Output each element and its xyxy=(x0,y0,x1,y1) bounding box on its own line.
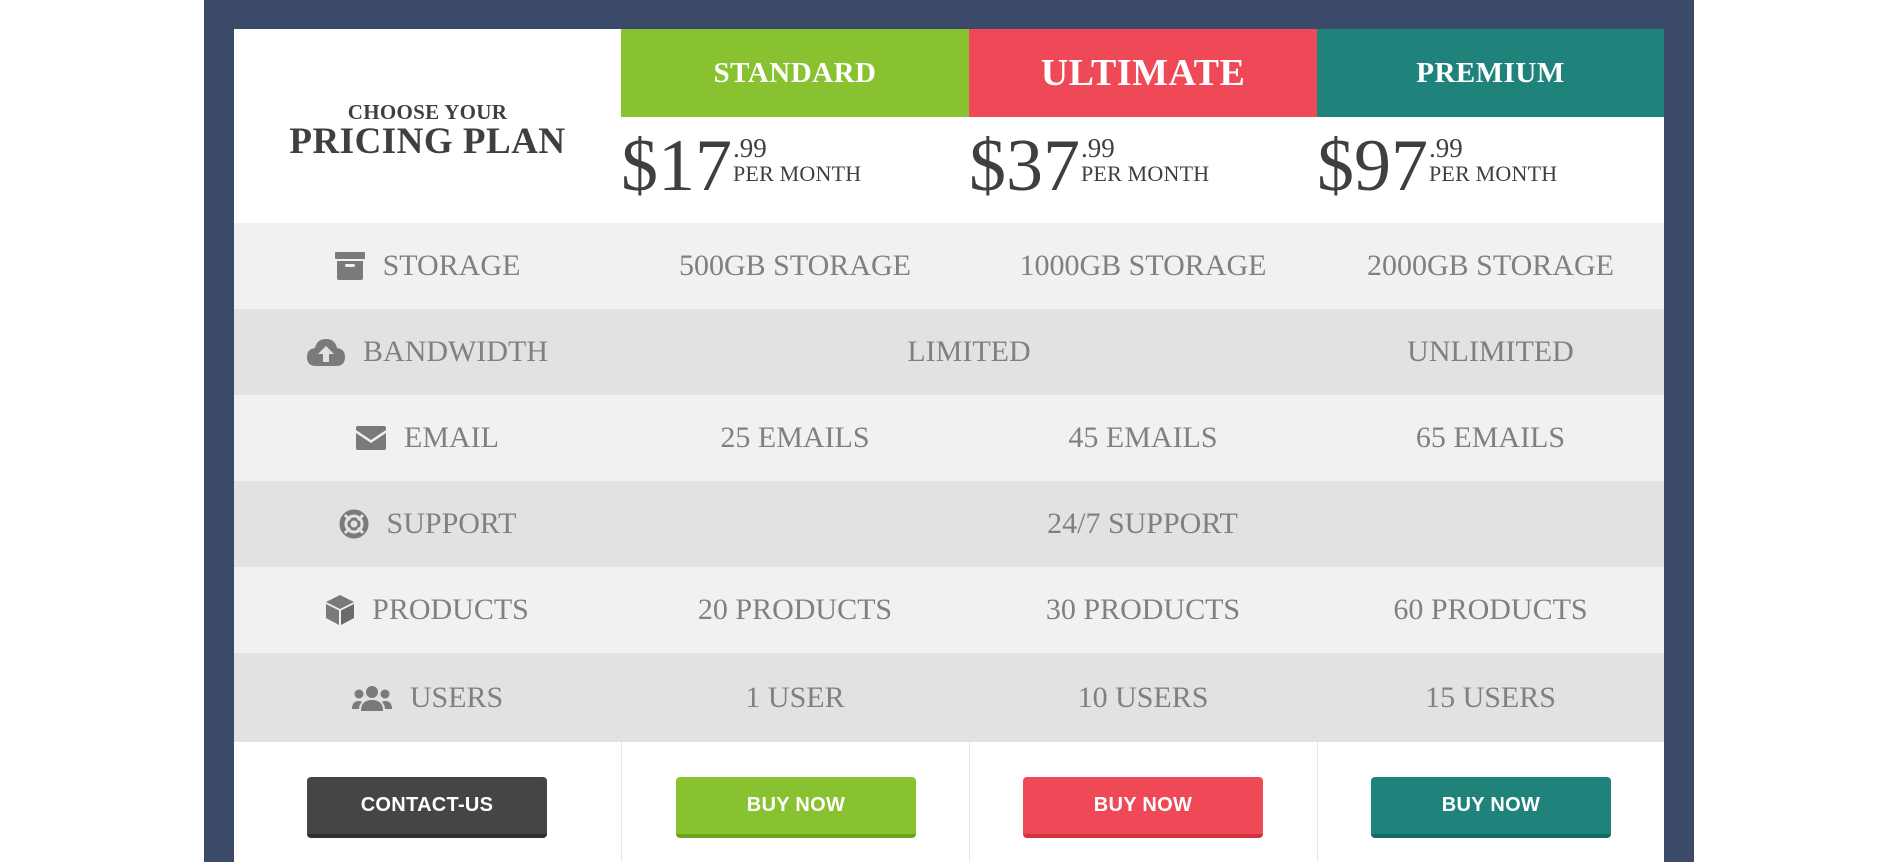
plan-premium: PREMIUM $97 .99 PER MONTH xyxy=(1317,29,1664,223)
bandwidth-standard-ultimate: LIMITED xyxy=(907,335,1031,368)
products-premium: 60 PRODUCTS xyxy=(1393,593,1588,626)
users-ultimate: 10 USERS xyxy=(1077,680,1209,714)
feature-row-bandwidth: BANDWIDTH LIMITED UNLIMITED xyxy=(234,309,1664,395)
support-all-plans: 24/7 SUPPORT xyxy=(1047,507,1238,540)
feature-row-email: EMAIL 25 EMAILS 45 EMAILS 65 EMAILS xyxy=(234,395,1664,481)
feature-label-text: STORAGE xyxy=(382,249,521,282)
feature-row-storage: STORAGE 500GB STORAGE 1000GB STORAGE 200… xyxy=(234,223,1664,309)
cube-icon xyxy=(326,595,355,625)
ultimate-button-cell: BUY NOW xyxy=(969,742,1317,862)
feature-label-email: EMAIL xyxy=(234,395,621,481)
plan-ultimate-name: ULTIMATE xyxy=(969,29,1317,117)
price-period: PER MONTH xyxy=(1081,161,1210,186)
life-ring-icon xyxy=(339,509,369,539)
price-amount: $97 xyxy=(1317,125,1428,207)
buy-ultimate-button[interactable]: BUY NOW xyxy=(1023,777,1263,838)
products-standard: 20 PRODUCTS xyxy=(697,593,893,626)
plan-ultimate: ULTIMATE $37 .99 PER MONTH xyxy=(969,29,1317,223)
plan-ultimate-price: $37 .99 PER MONTH xyxy=(969,117,1317,223)
price-amount: $17 xyxy=(621,125,732,207)
pricing-title-big: PRICING PLAN xyxy=(289,121,566,162)
pricing-button-row: CONTACT-US BUY NOW BUY NOW BUY NOW xyxy=(234,742,1664,862)
feature-label-text: SUPPORT xyxy=(386,507,517,540)
contact-us-button[interactable]: CONTACT-US xyxy=(307,777,547,838)
envelope-icon xyxy=(356,426,386,450)
standard-button-cell: BUY NOW xyxy=(621,742,969,862)
users-premium: 15 USERS xyxy=(1425,680,1556,714)
products-ultimate: 30 PRODUCTS xyxy=(1045,593,1241,626)
feature-label-bandwidth: BANDWIDTH xyxy=(234,309,621,395)
feature-label-text: BANDWIDTH xyxy=(363,335,548,368)
plan-standard: STANDARD $17 .99 PER MONTH xyxy=(621,29,969,223)
plan-premium-price: $97 .99 PER MONTH xyxy=(1317,117,1664,223)
pricing-title-small: CHOOSE YOUR xyxy=(347,100,508,124)
feature-label-text: PRODUCTS xyxy=(372,593,529,626)
pricing-table: CHOOSE YOUR PRICING PLAN STANDARD $17 .9… xyxy=(234,29,1664,862)
premium-button-cell: BUY NOW xyxy=(1317,742,1664,862)
feature-label-text: USERS xyxy=(409,680,504,714)
email-standard: 25 EMAILS xyxy=(720,421,870,454)
storage-premium: 2000GB STORAGE xyxy=(1367,249,1614,282)
feature-label-storage: STORAGE xyxy=(234,223,621,309)
feature-label-users: USERS xyxy=(234,653,621,742)
price-cents: .99 xyxy=(733,133,767,163)
storage-ultimate: 1000GB STORAGE xyxy=(1019,249,1267,282)
buy-standard-button[interactable]: BUY NOW xyxy=(676,777,916,838)
users-icon xyxy=(351,685,392,711)
plan-standard-name: STANDARD xyxy=(621,29,969,117)
contact-cell: CONTACT-US xyxy=(234,742,621,862)
storage-standard: 500GB STORAGE xyxy=(679,249,911,282)
plan-premium-name: PREMIUM xyxy=(1317,29,1664,117)
feature-row-products: PRODUCTS 20 PRODUCTS 30 PRODUCTS 60 PROD… xyxy=(234,567,1664,653)
email-ultimate: 45 EMAILS xyxy=(1068,421,1218,454)
plan-standard-price: $17 .99 PER MONTH xyxy=(621,117,969,223)
feature-label-products: PRODUCTS xyxy=(234,567,621,653)
price-period: PER MONTH xyxy=(733,161,862,186)
price-cents: .99 xyxy=(1081,133,1115,163)
pricing-header-row: CHOOSE YOUR PRICING PLAN STANDARD $17 .9… xyxy=(234,29,1664,223)
cloud-upload-icon xyxy=(307,338,346,366)
feature-label-support: SUPPORT xyxy=(234,481,621,567)
email-premium: 65 EMAILS xyxy=(1415,421,1566,454)
price-amount: $37 xyxy=(969,125,1080,207)
feature-row-users: USERS 1 USER 10 USERS 15 USERS xyxy=(234,653,1664,742)
feature-row-support: SUPPORT 24/7 SUPPORT xyxy=(234,481,1664,567)
price-cents: .99 xyxy=(1429,133,1463,163)
bandwidth-premium: UNLIMITED xyxy=(1407,335,1574,368)
users-standard: 1 USER xyxy=(745,680,845,714)
price-period: PER MONTH xyxy=(1429,161,1558,186)
feature-label-text: EMAIL xyxy=(404,421,499,454)
archive-box-icon xyxy=(334,252,365,280)
buy-premium-button[interactable]: BUY NOW xyxy=(1371,777,1611,838)
pricing-title: CHOOSE YOUR PRICING PLAN xyxy=(234,29,621,223)
